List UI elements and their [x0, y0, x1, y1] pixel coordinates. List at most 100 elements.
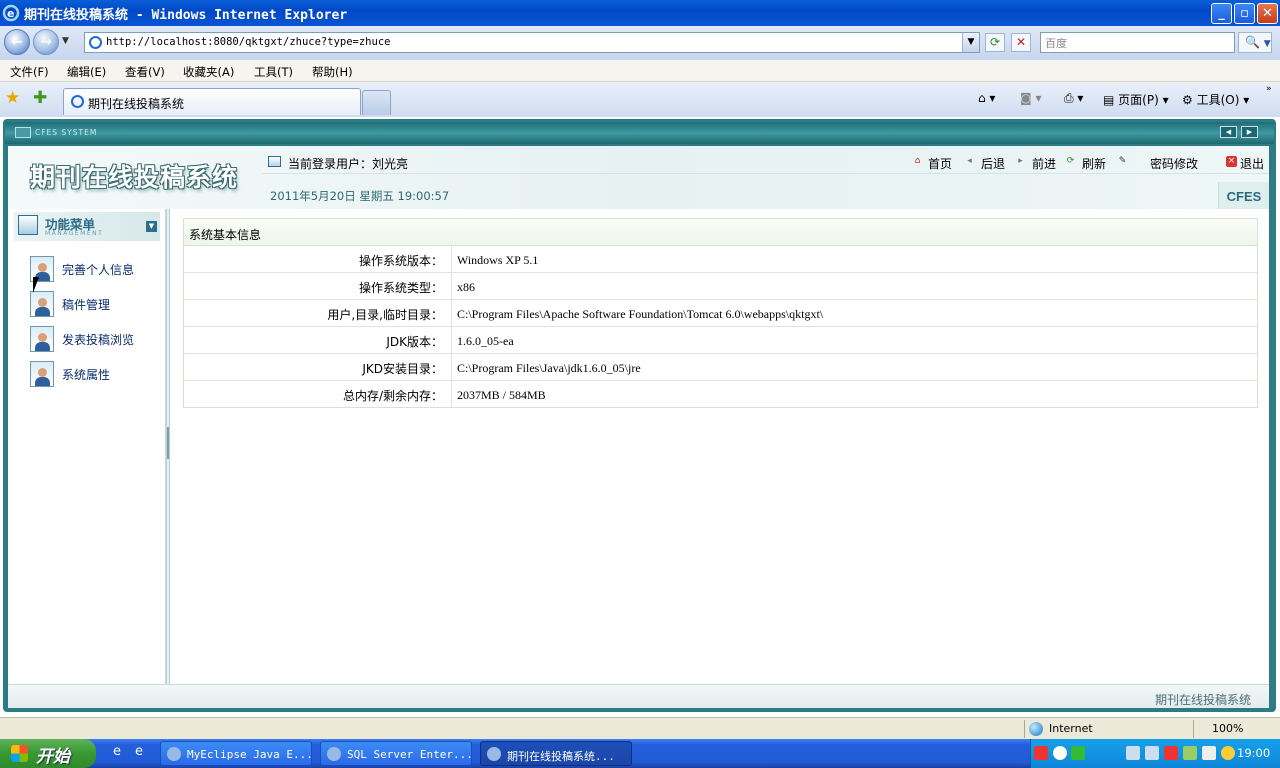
- footer-text: 期刊在线投稿系统: [1154, 693, 1251, 707]
- search-icon: 🔍: [1245, 35, 1260, 49]
- quicklaunch-ie-icon[interactable]: e: [108, 744, 126, 762]
- window-title-bar[interactable]: e 期刊在线投稿系统 - Windows Internet Explorer _…: [0, 0, 1280, 26]
- user-icon: [30, 326, 54, 352]
- globe-icon: [1029, 722, 1043, 736]
- forward-link-icon: ▸: [1018, 156, 1023, 166]
- sidebar-item-label: 发表投稿浏览: [62, 333, 135, 347]
- refresh-link[interactable]: 刷新: [1082, 155, 1106, 172]
- maximize-button[interactable]: ▫: [1234, 3, 1255, 24]
- menu-tools[interactable]: 工具(T): [254, 64, 293, 80]
- svg-text:e: e: [7, 7, 14, 20]
- back-link-icon: ◂: [967, 156, 972, 166]
- row-key: 操作系统类型：: [184, 273, 452, 299]
- password-link[interactable]: 密码修改: [1150, 155, 1198, 172]
- address-dropdown-icon[interactable]: ▼: [962, 33, 979, 52]
- window-icon: [268, 156, 281, 167]
- sidebar-header: 功能菜单 MANAGEMENT ▼: [14, 212, 160, 241]
- menu-file[interactable]: 文件(F): [10, 64, 49, 80]
- sqlserver-icon: [327, 747, 341, 761]
- refresh-button[interactable]: ⟳: [985, 33, 1005, 52]
- address-bar[interactable]: http://localhost:8080/qktgxt/zhuce?type=…: [84, 32, 980, 53]
- status-bar: Internet 100%: [0, 717, 1280, 739]
- history-dropdown-icon[interactable]: ▼: [62, 36, 69, 46]
- sidebar-item-manuscripts[interactable]: 稿件管理: [30, 291, 160, 317]
- table-row: JDK版本： 1.6.0_05-ea: [184, 327, 1257, 354]
- chevron-more-icon[interactable]: »: [1266, 84, 1272, 94]
- tray-plus-icon[interactable]: [1221, 746, 1235, 760]
- zoom-control[interactable]: 100%: [1193, 720, 1278, 738]
- menu-edit[interactable]: 编辑(E): [67, 64, 106, 80]
- home-link-icon: ⌂: [914, 156, 921, 166]
- taskbar-myeclipse[interactable]: MyEclipse Java E...: [160, 741, 312, 766]
- tray-sogou-icon[interactable]: [1164, 746, 1178, 760]
- tab-label: 期刊在线投稿系统: [88, 97, 185, 111]
- sidebar-item-label: 完善个人信息: [62, 263, 135, 277]
- table-row: 操作系统版本： Windows XP 5.1: [184, 246, 1257, 273]
- zone-label: Internet: [1049, 722, 1093, 735]
- address-input[interactable]: http://localhost:8080/qktgxt/zhuce?type=…: [106, 36, 390, 48]
- splitter-grip[interactable]: [167, 427, 169, 459]
- page-menu[interactable]: ▤ 页面(P) ▾: [1103, 91, 1169, 108]
- row-value: 2037MB / 584MB: [457, 388, 546, 402]
- row-value: Windows XP 5.1: [457, 253, 539, 267]
- row-key: JKD安装目录：: [184, 354, 452, 380]
- home-link[interactable]: 首页: [928, 155, 952, 172]
- page-icon: ▤: [1103, 93, 1115, 107]
- search-input[interactable]: 百度: [1040, 32, 1235, 53]
- taskbar-sqlserver[interactable]: SQL Server Enter...: [320, 741, 472, 766]
- stop-button[interactable]: ✕: [1011, 33, 1031, 52]
- quicklaunch-ie2-icon[interactable]: e: [130, 744, 148, 762]
- system-bar: CFES SYSTEM ◀ ▶: [5, 122, 1274, 144]
- back-button[interactable]: ←: [4, 29, 30, 55]
- logout-link[interactable]: 退出: [1240, 155, 1264, 172]
- forward-link[interactable]: 前进: [1032, 155, 1056, 172]
- security-zone[interactable]: Internet: [1024, 720, 1190, 738]
- taskbar-ie[interactable]: 期刊在线投稿系统...: [480, 741, 632, 766]
- collapse-toggle-icon[interactable]: ▼: [146, 221, 157, 232]
- tab-active[interactable]: 期刊在线投稿系统: [63, 88, 361, 115]
- feeds-icon[interactable]: ◙ ▾: [1020, 91, 1041, 105]
- row-key: 操作系统版本：: [184, 246, 452, 272]
- tray-network2-icon[interactable]: [1145, 746, 1159, 760]
- home-icon[interactable]: ⌂ ▾: [978, 91, 995, 105]
- tray-s-icon[interactable]: [1034, 746, 1048, 760]
- new-tab-button[interactable]: [362, 90, 391, 115]
- date-time: 2011年5月20日 星期五 19:00:57: [270, 189, 450, 203]
- user-icon: [30, 361, 54, 387]
- menu-favorites[interactable]: 收藏夹(A): [183, 64, 234, 80]
- minimize-button[interactable]: _: [1211, 3, 1232, 24]
- tray-doc-icon[interactable]: [1202, 746, 1216, 760]
- row-key: JDK版本：: [184, 327, 452, 353]
- tray-users-icon[interactable]: [1183, 746, 1197, 760]
- arrow-right-icon[interactable]: ▶: [1241, 126, 1258, 138]
- favorites-star-icon[interactable]: ★: [5, 88, 20, 108]
- tray-network-icon[interactable]: [1126, 746, 1140, 760]
- sidebar-item-profile[interactable]: 完善个人信息: [30, 256, 160, 282]
- tray-green-icon[interactable]: [1071, 746, 1085, 760]
- sidebar-splitter[interactable]: [166, 209, 170, 684]
- table-row: JKD安装目录： C:\Program Files\Java\jdk1.6.0_0…: [184, 354, 1257, 381]
- menu-view[interactable]: 查看(V): [125, 64, 165, 80]
- window-title: 期刊在线投稿系统 - Windows Internet Explorer: [24, 8, 348, 23]
- back-link[interactable]: 后退: [981, 155, 1005, 172]
- brand-logo: CFES: [1218, 182, 1269, 209]
- table-caption: 系统基本信息: [184, 219, 1257, 246]
- print-icon[interactable]: ⎙ ▾: [1064, 91, 1083, 106]
- tray-arrow-icon[interactable]: [1053, 746, 1067, 760]
- arrow-left-icon[interactable]: ◀: [1220, 126, 1237, 138]
- start-button[interactable]: 开始: [0, 739, 96, 768]
- sidebar-item-label: 稿件管理: [62, 298, 111, 312]
- search-button[interactable]: 🔍 ▼: [1238, 32, 1272, 53]
- myeclipse-icon: [167, 747, 181, 761]
- menu-help[interactable]: 帮助(H): [312, 64, 353, 80]
- add-favorite-icon[interactable]: ✚: [33, 88, 47, 108]
- row-key: 总内存/剩余内存：: [184, 381, 452, 407]
- forward-button[interactable]: →: [33, 29, 59, 55]
- site-logo: 期刊在线投稿系统: [30, 163, 239, 192]
- tools-menu[interactable]: ⚙ 工具(O) ▾: [1182, 91, 1249, 108]
- sidebar-item-system[interactable]: 系统属性: [30, 361, 160, 387]
- sidebar-item-published[interactable]: 发表投稿浏览: [30, 326, 160, 352]
- password-edit-icon: ✎: [1118, 156, 1127, 166]
- close-button[interactable]: ✕: [1257, 3, 1278, 24]
- app-footer: 期刊在线投稿系统: [8, 684, 1269, 708]
